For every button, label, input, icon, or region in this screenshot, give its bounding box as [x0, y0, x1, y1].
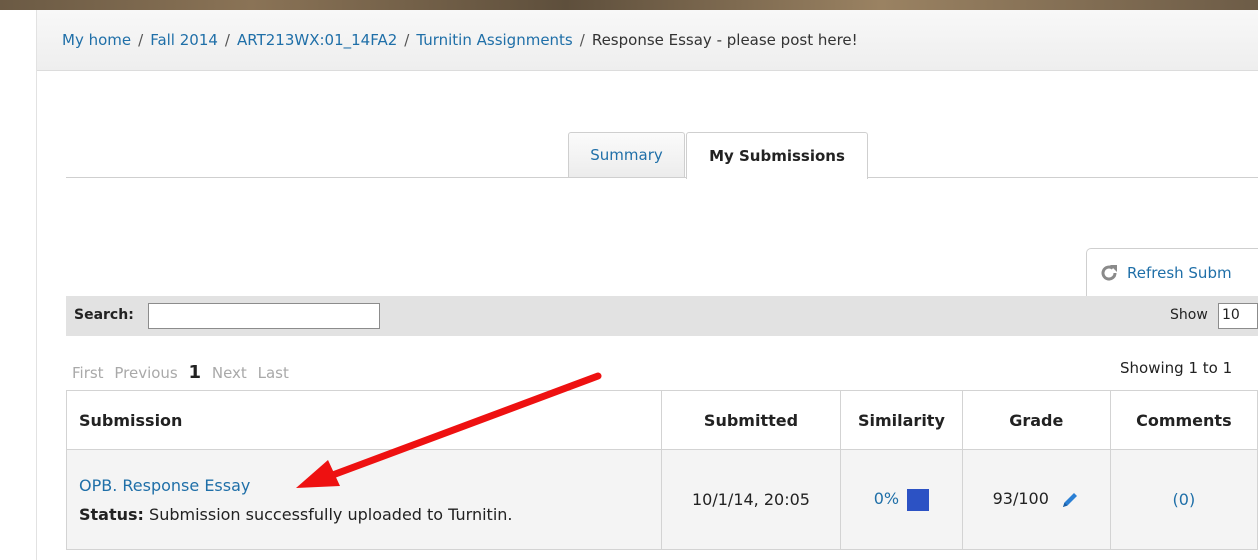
comments-cell: (0)	[1109, 449, 1258, 550]
pencil-icon[interactable]	[1060, 490, 1080, 510]
table-row: OPB. Response Essay Status: Submission s…	[66, 449, 1258, 550]
breadcrumb-separator: /	[579, 31, 585, 49]
status-text: Submission successfully uploaded to Turn…	[149, 504, 513, 524]
similarity-cell: 0%	[840, 449, 963, 550]
breadcrumb-turnitin-assignments[interactable]: Turnitin Assignments	[416, 31, 572, 49]
grade-value: 93/100	[992, 489, 1049, 509]
header-similarity[interactable]: Similarity	[840, 390, 963, 450]
pager-previous[interactable]: Previous	[114, 364, 177, 382]
left-gutter	[0, 10, 37, 560]
tabs-divider	[66, 177, 1258, 178]
submission-cell: OPB. Response Essay Status: Submission s…	[66, 449, 662, 550]
similarity-indicator[interactable]	[907, 488, 930, 511]
pagination: First Previous 1 Next Last	[72, 362, 295, 383]
refresh-icon	[1101, 264, 1117, 281]
submissions-table: Submission Submitted Similarity Grade Co…	[66, 390, 1258, 550]
breadcrumb-my-home[interactable]: My home	[62, 31, 131, 49]
grade-cell: 93/100	[961, 449, 1111, 550]
submission-title-link[interactable]: OPB. Response Essay	[79, 476, 250, 495]
pager-last[interactable]: Last	[258, 364, 289, 382]
showing-count: Showing 1 to 1	[1120, 359, 1233, 377]
breadcrumb-fall-2014[interactable]: Fall 2014	[150, 31, 218, 49]
breadcrumb-course[interactable]: ART213WX:01_14FA2	[237, 31, 397, 49]
breadcrumb-separator: /	[404, 31, 410, 49]
comments-count-link[interactable]: (0)	[1173, 490, 1196, 509]
header-comments[interactable]: Comments	[1109, 390, 1258, 450]
pager-current-page[interactable]: 1	[189, 362, 202, 383]
breadcrumb: My home / Fall 2014 / ART213WX:01_14FA2 / Turn…	[62, 31, 858, 49]
table-header-row: Submission Submitted Similarity Grade Co…	[66, 390, 1258, 450]
tab-summary[interactable]: Summary	[568, 132, 685, 177]
tab-my-submissions[interactable]: My Submissions	[686, 132, 868, 179]
search-input[interactable]	[148, 303, 380, 329]
pager-first[interactable]: First	[72, 364, 104, 382]
header-submission[interactable]: Submission	[66, 390, 662, 450]
show-entries-select[interactable]: 10	[1218, 303, 1258, 329]
search-label: Search:	[74, 307, 134, 323]
table-toolbar: Search: Show 10	[66, 296, 1258, 336]
show-entries-label: Show	[1170, 307, 1208, 323]
submission-status: Status: Submission successfully uploaded…	[79, 505, 660, 524]
header-image-strip	[0, 0, 1258, 10]
breadcrumb-current: Response Essay - please post here!	[591, 31, 858, 49]
submitted-date: 10/1/14, 20:05	[660, 449, 842, 550]
status-label: Status:	[79, 504, 144, 524]
header-grade[interactable]: Grade	[961, 390, 1111, 450]
pager-next[interactable]: Next	[212, 364, 247, 382]
header-submitted[interactable]: Submitted	[660, 390, 842, 450]
refresh-submissions-label: Refresh Subm	[1127, 263, 1232, 282]
similarity-score-link[interactable]: 0%	[874, 489, 899, 508]
refresh-submissions-button[interactable]: Refresh Subm	[1086, 248, 1258, 296]
breadcrumb-separator: /	[224, 31, 230, 49]
breadcrumb-separator: /	[138, 31, 144, 49]
